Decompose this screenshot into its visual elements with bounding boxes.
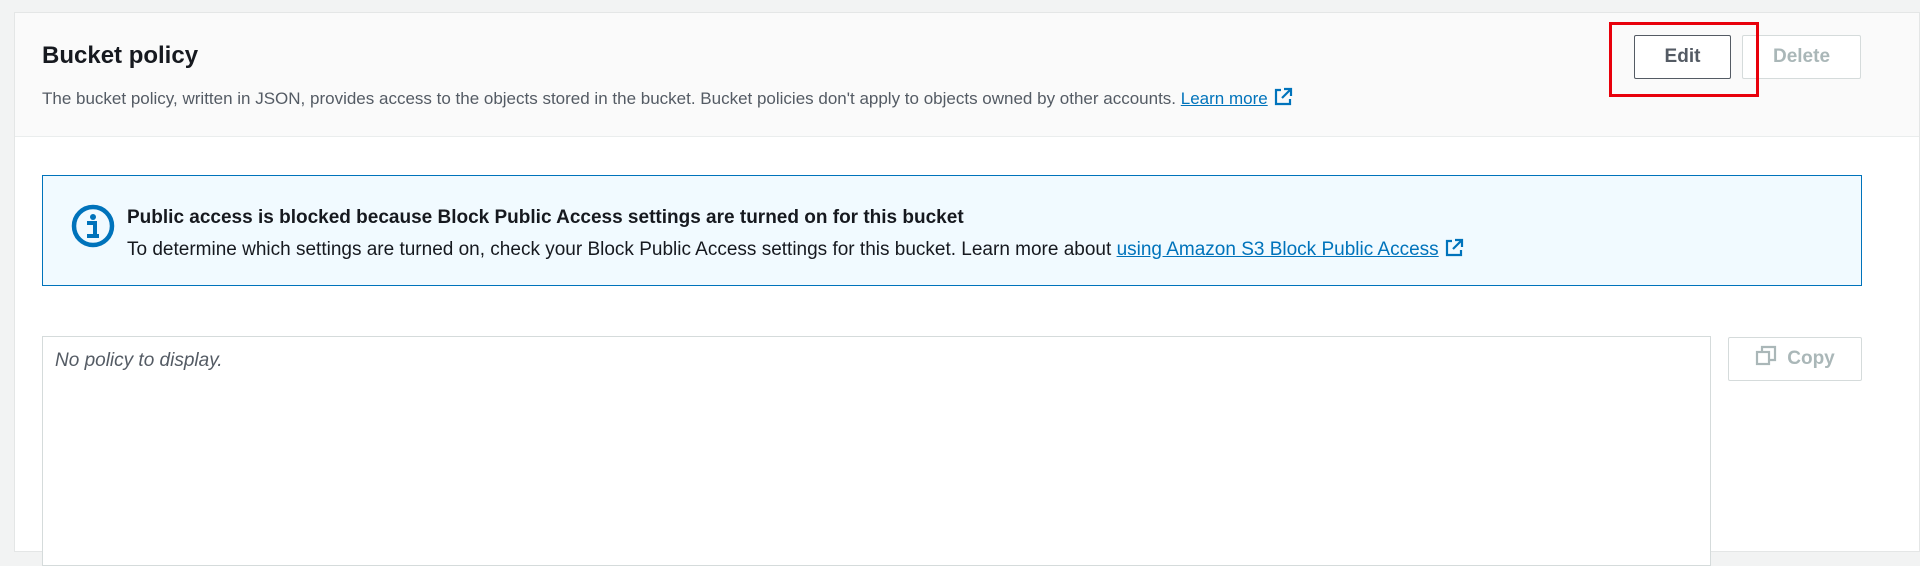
panel-description: The bucket policy, written in JSON, prov… xyxy=(42,87,1293,112)
external-link-icon xyxy=(1273,87,1293,112)
alert-text: To determine which settings are turned o… xyxy=(127,238,1464,264)
learn-more-link[interactable]: Learn more xyxy=(1180,87,1293,108)
copy-button[interactable]: Copy xyxy=(1728,337,1862,381)
copy-icon xyxy=(1755,345,1787,373)
panel-title: Bucket policy xyxy=(42,42,199,69)
info-icon xyxy=(71,204,115,253)
description-text: The bucket policy, written in JSON, prov… xyxy=(42,89,1177,108)
block-public-access-link[interactable]: using Amazon S3 Block Public Access xyxy=(1116,238,1464,260)
edit-highlight-box xyxy=(1609,22,1759,97)
delete-button[interactable]: Delete xyxy=(1742,35,1861,79)
block-public-access-label: using Amazon S3 Block Public Access xyxy=(1116,239,1439,260)
policy-editor[interactable]: No policy to display. xyxy=(42,336,1711,566)
external-link-icon xyxy=(1444,238,1464,264)
copy-label: Copy xyxy=(1787,348,1835,369)
alert-title: Public access is blocked because Block P… xyxy=(127,207,964,228)
bucket-policy-panel: Bucket policy The bucket policy, written… xyxy=(14,12,1920,566)
info-alert: Public access is blocked because Block P… xyxy=(42,175,1862,286)
alert-body-text: To determine which settings are turned o… xyxy=(127,239,1112,260)
policy-placeholder: No policy to display. xyxy=(55,350,223,371)
learn-more-label: Learn more xyxy=(1180,89,1268,108)
